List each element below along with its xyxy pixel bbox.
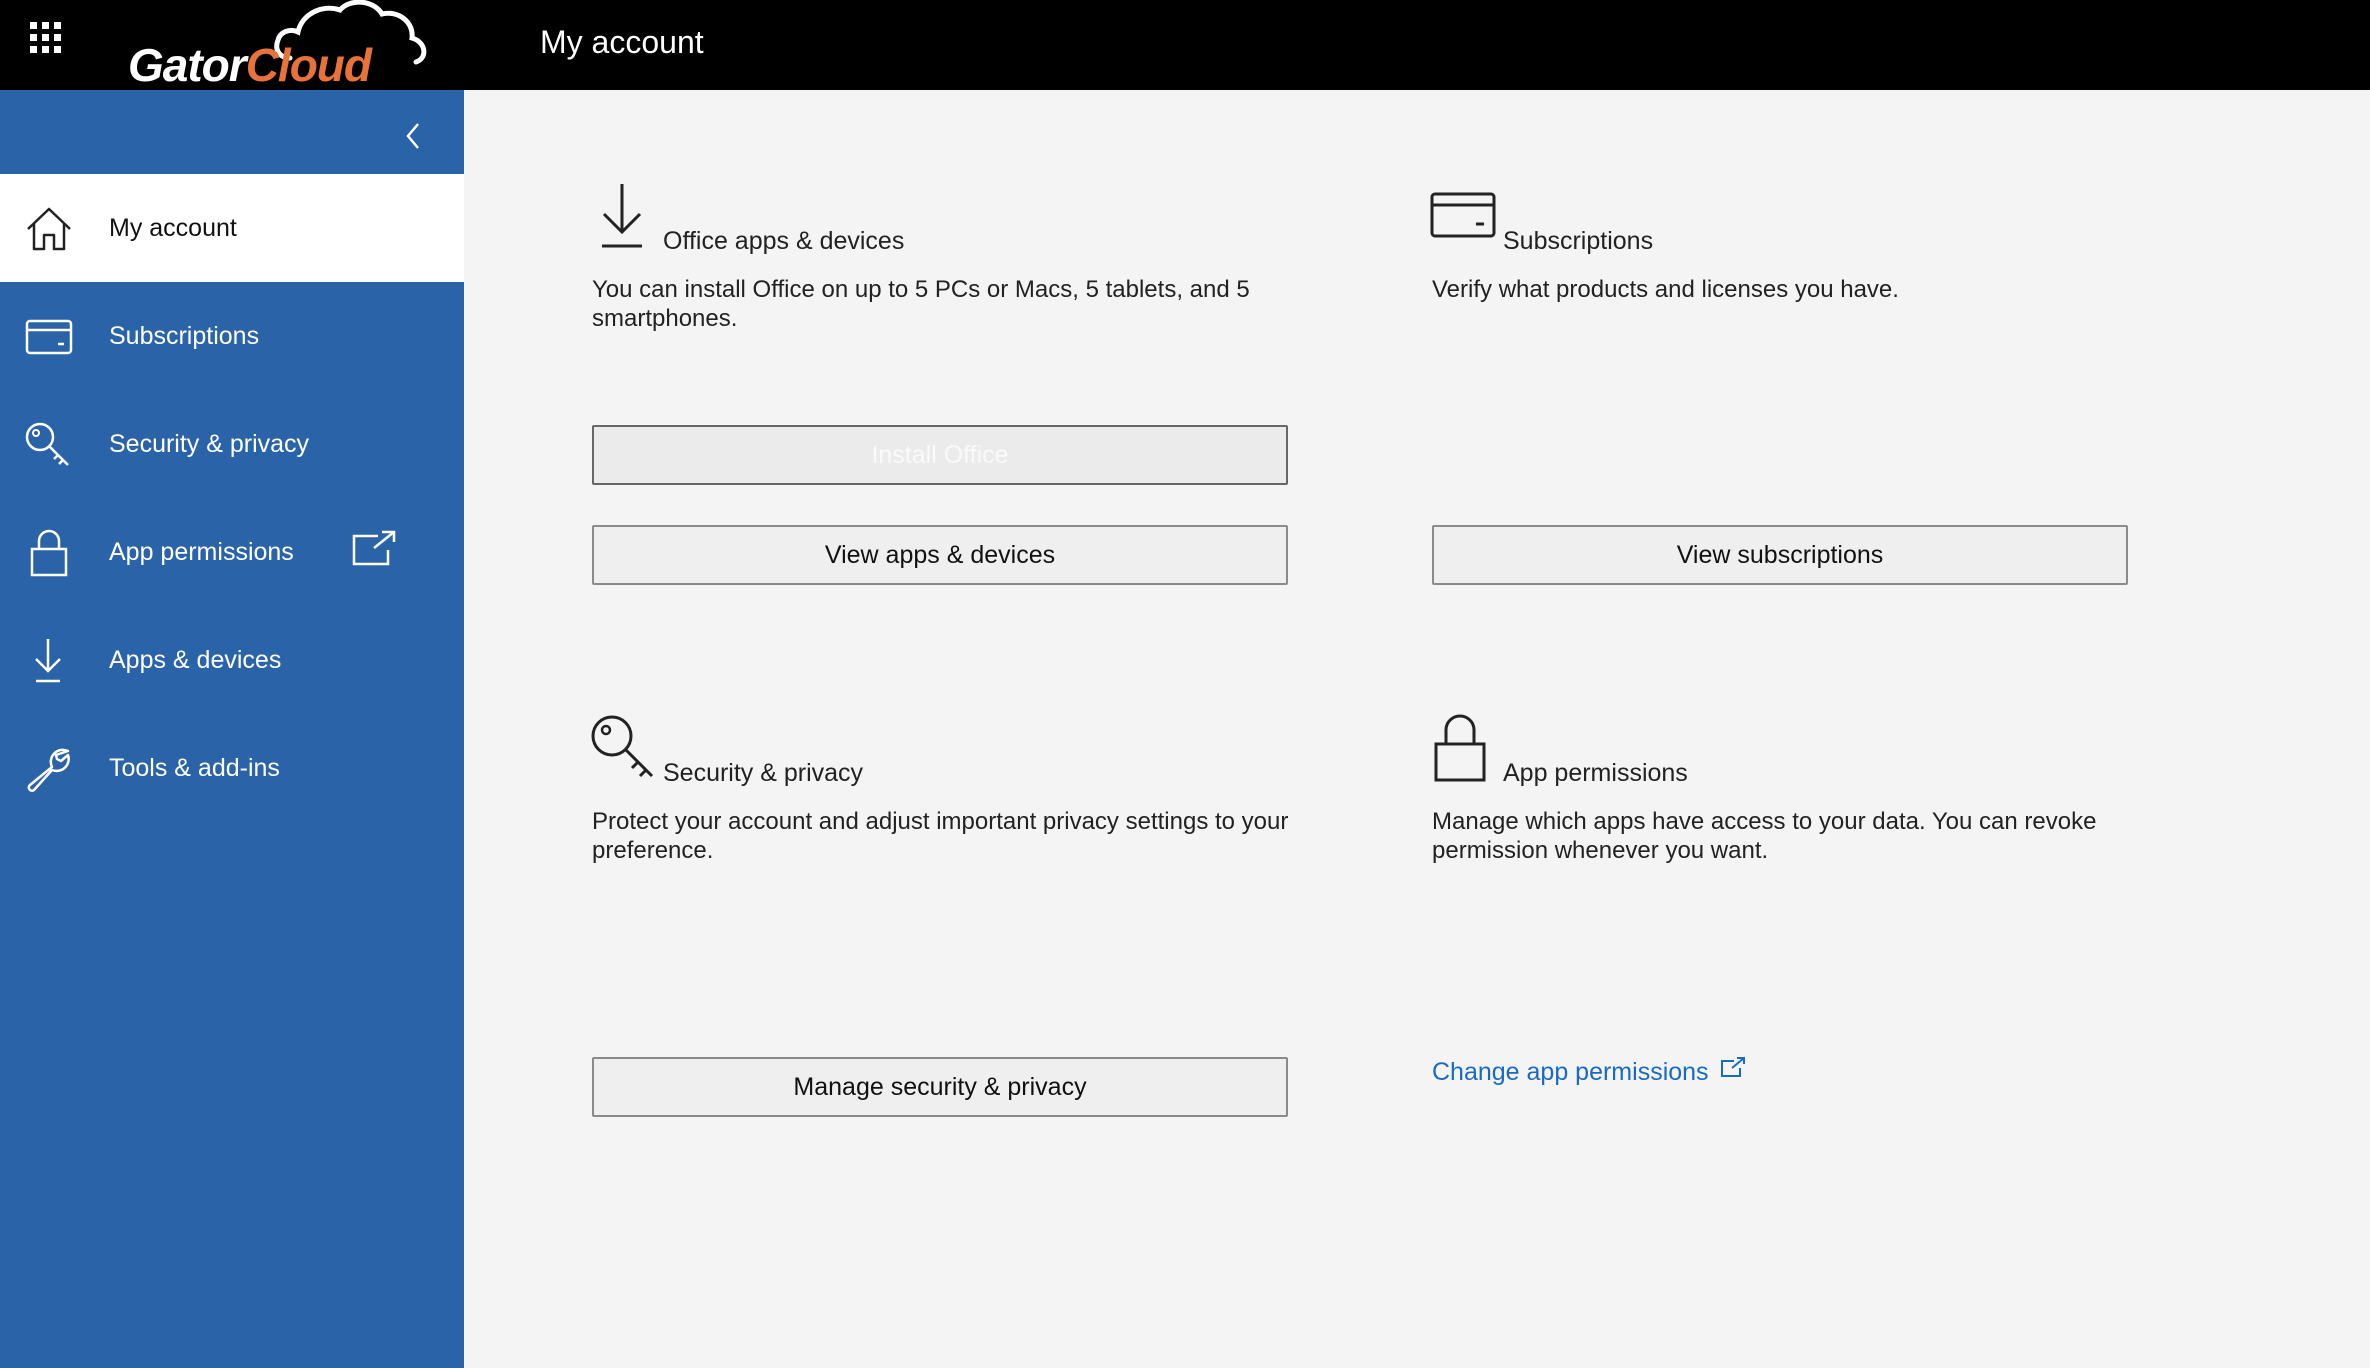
change-app-permissions-label: Change app permissions bbox=[1432, 1058, 1709, 1086]
sidebar-item-label: Apps & devices bbox=[109, 646, 282, 674]
sidebar-item-my-account[interactable]: My account bbox=[0, 174, 464, 282]
waffle-icon[interactable] bbox=[30, 22, 62, 54]
subscriptions-card-title: Subscriptions bbox=[1503, 227, 1654, 255]
sidebar-item-label: Security & privacy bbox=[109, 430, 310, 458]
office-card-title: Office apps & devices bbox=[663, 227, 905, 255]
subscriptions-card-description: Verify what products and licenses you ha… bbox=[1432, 276, 1899, 303]
lock-icon bbox=[1434, 714, 1486, 782]
card-icon bbox=[1430, 192, 1496, 238]
sidebar-item-label: Tools & add-ins bbox=[109, 754, 280, 782]
sidebar: My account Subscriptions Security & priv… bbox=[0, 90, 464, 1368]
collapse-sidebar-button[interactable] bbox=[396, 118, 432, 154]
sidebar-item-apps-devices[interactable]: Apps & devices bbox=[0, 606, 464, 714]
sidebar-item-tools[interactable]: Tools & add-ins bbox=[0, 714, 464, 822]
key-icon bbox=[25, 422, 69, 466]
install-office-button[interactable]: Install Office bbox=[592, 425, 1288, 485]
lock-icon bbox=[30, 529, 68, 577]
download-icon bbox=[602, 184, 642, 248]
security-card-description: Protect your account and adjust importan… bbox=[592, 808, 1289, 864]
sidebar-item-app-permissions[interactable]: App permissions bbox=[0, 498, 464, 606]
view-apps-devices-button[interactable]: View apps & devices bbox=[592, 525, 1288, 585]
sidebar-item-security[interactable]: Security & privacy bbox=[0, 390, 464, 498]
office-card-description: You can install Office on up to 5 PCs or… bbox=[592, 276, 1250, 332]
gatorcloud-logo[interactable]: GatorCloud bbox=[122, 0, 462, 91]
sidebar-item-subscriptions[interactable]: Subscriptions bbox=[0, 282, 464, 390]
logo-text-gator: Gator bbox=[128, 39, 247, 91]
security-card-title: Security & privacy bbox=[663, 759, 864, 787]
home-icon bbox=[27, 207, 71, 251]
download-icon bbox=[35, 639, 61, 683]
view-subscriptions-button[interactable]: View subscriptions bbox=[1432, 525, 2128, 585]
change-app-permissions-link[interactable]: Change app permissions bbox=[1432, 1057, 1746, 1087]
card-icon bbox=[25, 319, 73, 355]
top-bar: GatorCloud My account bbox=[0, 0, 2370, 91]
permissions-card-title: App permissions bbox=[1503, 759, 1688, 787]
permissions-card-description: Manage which apps have access to your da… bbox=[1432, 808, 2097, 864]
manage-security-privacy-button[interactable]: Manage security & privacy bbox=[592, 1057, 1288, 1117]
page-title: My account bbox=[540, 24, 704, 60]
wrench-icon bbox=[27, 748, 70, 792]
logo-text-cloud: Cloud bbox=[245, 39, 372, 91]
sidebar-item-label: Subscriptions bbox=[109, 322, 260, 350]
sidebar-item-label: App permissions bbox=[109, 538, 294, 566]
external-link-icon bbox=[1720, 1057, 1745, 1077]
chevron-left-icon bbox=[406, 123, 419, 149]
key-icon bbox=[591, 715, 654, 778]
sidebar-item-label: My account bbox=[109, 214, 237, 242]
external-link-icon bbox=[352, 530, 396, 566]
